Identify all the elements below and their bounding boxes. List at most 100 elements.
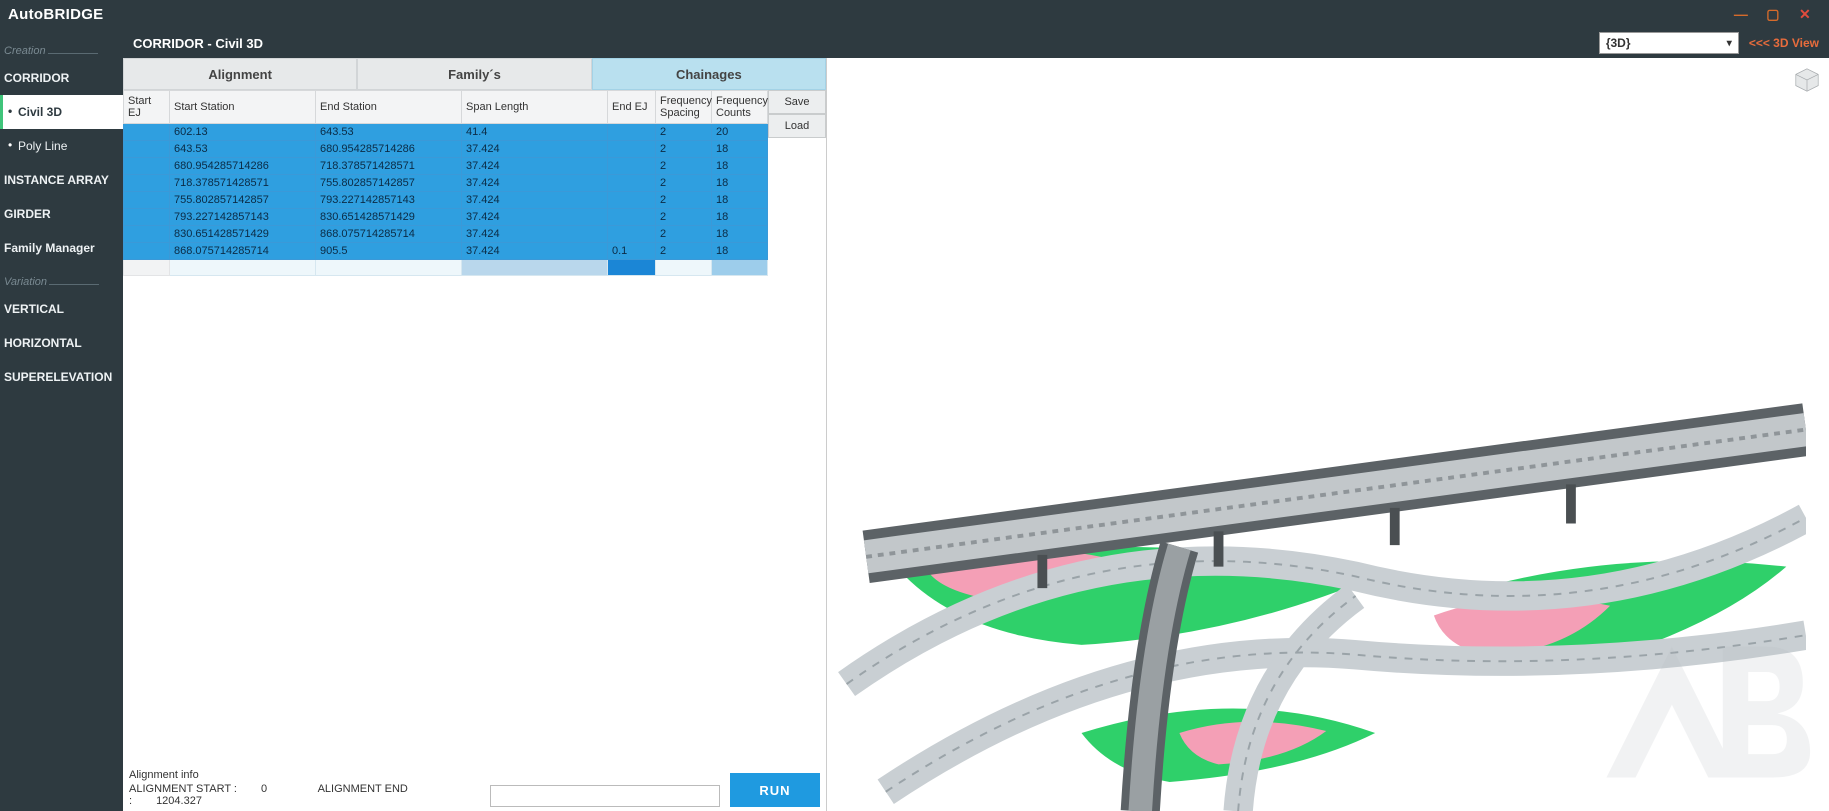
sidebar-section-creation: Creation — [0, 34, 123, 61]
cell-start-ej[interactable] — [124, 209, 170, 226]
cell-start-ej[interactable] — [124, 158, 170, 175]
cell-end-station[interactable]: 718.378571428571 — [316, 158, 462, 175]
close-button[interactable]: ✕ — [1789, 2, 1821, 26]
sidebar-item-vertical[interactable]: VERTICAL — [0, 292, 123, 326]
sidebar-item-family-manager[interactable]: Family Manager — [0, 231, 123, 265]
table-row[interactable]: 718.378571428571755.80285714285737.424 21… — [124, 175, 768, 192]
cell-end-ej[interactable] — [608, 158, 656, 175]
cell-start-station[interactable]: 755.802857142857 — [170, 192, 316, 209]
cell-span-length[interactable]: 37.424 — [462, 192, 608, 209]
table-row[interactable]: 830.651428571429868.07571428571437.424 21… — [124, 226, 768, 243]
cell-end-ej[interactable] — [608, 141, 656, 158]
cell-start-ej[interactable] — [124, 192, 170, 209]
cell-start-ej[interactable] — [124, 124, 170, 141]
table-row[interactable]: 868.075714285714905.537.4240.1218 — [124, 243, 768, 260]
cell-freq-counts[interactable]: 18 — [712, 141, 768, 158]
cell-start-ej[interactable] — [124, 141, 170, 158]
cell-start-ej[interactable] — [124, 175, 170, 192]
cell-end-ej[interactable] — [608, 175, 656, 192]
table-row[interactable]: 680.954285714286718.37857142857137.424 21… — [124, 158, 768, 175]
cell-start-ej[interactable] — [124, 243, 170, 260]
table-row[interactable]: 643.53680.95428571428637.424 218 — [124, 141, 768, 158]
table-row-empty[interactable] — [124, 260, 768, 276]
cell-freq-counts[interactable]: 18 — [712, 209, 768, 226]
cell-freq-spacing[interactable]: 2 — [656, 158, 712, 175]
run-button[interactable]: RUN — [730, 773, 820, 807]
cell-start-station[interactable]: 868.075714285714 — [170, 243, 316, 260]
cell-start-station[interactable]: 643.53 — [170, 141, 316, 158]
cell-span-length[interactable]: 37.424 — [462, 243, 608, 260]
table-row[interactable]: 755.802857142857793.22714285714337.424 21… — [124, 192, 768, 209]
col-start-ej[interactable]: Start EJ — [124, 91, 170, 124]
sidebar-item-corridor[interactable]: CORRIDOR — [0, 61, 123, 95]
table-row[interactable]: 602.13643.5341.4 220 — [124, 124, 768, 141]
sidebar-item-civil3d[interactable]: Civil 3D — [0, 95, 123, 129]
view-cube-icon[interactable] — [1793, 66, 1821, 94]
cell-span-length[interactable]: 37.424 — [462, 141, 608, 158]
table-row[interactable]: 793.227142857143830.65142857142937.424 21… — [124, 209, 768, 226]
cell-freq-spacing[interactable]: 2 — [656, 226, 712, 243]
sidebar-item-instance-array[interactable]: INSTANCE ARRAY — [0, 163, 123, 197]
cell-end-ej[interactable] — [608, 192, 656, 209]
cell-freq-spacing[interactable]: 2 — [656, 243, 712, 260]
sidebar-item-polyline[interactable]: Poly Line — [0, 129, 123, 163]
col-freq-spacing[interactable]: Frequency Spacing — [656, 91, 712, 124]
view-select-dropdown[interactable]: {3D} ▾ — [1599, 32, 1739, 54]
cell-end-ej[interactable] — [608, 209, 656, 226]
tab-familys[interactable]: Family´s — [357, 58, 591, 90]
cell-start-station[interactable]: 718.378571428571 — [170, 175, 316, 192]
cell-span-length[interactable]: 37.424 — [462, 175, 608, 192]
cell-start-station[interactable]: 602.13 — [170, 124, 316, 141]
maximize-button[interactable]: ▢ — [1757, 2, 1789, 26]
cell-freq-spacing[interactable]: 2 — [656, 124, 712, 141]
cell-end-station[interactable]: 830.651428571429 — [316, 209, 462, 226]
sidebar-section-variation: Variation — [0, 265, 123, 292]
save-button[interactable]: Save — [768, 90, 826, 114]
cell-end-station[interactable]: 793.227142857143 — [316, 192, 462, 209]
tab-alignment[interactable]: Alignment — [123, 58, 357, 90]
cell-span-length[interactable]: 41.4 — [462, 124, 608, 141]
cell-freq-counts[interactable]: 18 — [712, 226, 768, 243]
col-end-ej[interactable]: End EJ — [608, 91, 656, 124]
cell-freq-spacing[interactable]: 2 — [656, 141, 712, 158]
sidebar-item-superelevation[interactable]: SUPERELEVATION — [0, 360, 123, 394]
cell-start-ej[interactable] — [124, 226, 170, 243]
cell-freq-spacing[interactable]: 2 — [656, 209, 712, 226]
cell-end-station[interactable]: 643.53 — [316, 124, 462, 141]
col-start-station[interactable]: Start Station — [170, 91, 316, 124]
cell-end-station[interactable]: 755.802857142857 — [316, 175, 462, 192]
cell-freq-spacing[interactable]: 2 — [656, 192, 712, 209]
cell-start-station[interactable]: 680.954285714286 — [170, 158, 316, 175]
cell-start-station[interactable]: 793.227142857143 — [170, 209, 316, 226]
cell-end-ej[interactable] — [608, 124, 656, 141]
col-freq-counts[interactable]: Frequency Counts — [712, 91, 768, 124]
cell-freq-spacing[interactable]: 2 — [656, 175, 712, 192]
cell-end-station[interactable]: 905.5 — [316, 243, 462, 260]
cell-freq-counts[interactable]: 18 — [712, 192, 768, 209]
3d-viewport[interactable] — [827, 58, 1829, 811]
cell-start-station[interactable]: 830.651428571429 — [170, 226, 316, 243]
open-3d-view-link[interactable]: <<< 3D View — [1749, 36, 1819, 50]
load-button[interactable]: Load — [768, 114, 826, 138]
table-panel: Alignment Family´s Chainages Start EJ — [123, 58, 827, 811]
sidebar-item-horizontal[interactable]: HORIZONTAL — [0, 326, 123, 360]
tab-chainages[interactable]: Chainages — [592, 58, 826, 90]
cell-freq-counts[interactable]: 18 — [712, 243, 768, 260]
header-bar: CORRIDOR - Civil 3D {3D} ▾ <<< 3D View — [123, 28, 1829, 58]
cell-span-length[interactable]: 37.424 — [462, 158, 608, 175]
cell-freq-counts[interactable]: 20 — [712, 124, 768, 141]
chainages-table[interactable]: Start EJ Start Station End Station Span … — [123, 90, 768, 276]
minimize-button[interactable]: — — [1725, 2, 1757, 26]
cell-end-ej[interactable]: 0.1 — [608, 243, 656, 260]
col-span-length[interactable]: Span Length — [462, 91, 608, 124]
cell-freq-counts[interactable]: 18 — [712, 158, 768, 175]
sidebar-item-girder[interactable]: GIRDER — [0, 197, 123, 231]
cell-end-station[interactable]: 680.954285714286 — [316, 141, 462, 158]
cell-span-length[interactable]: 37.424 — [462, 226, 608, 243]
cell-span-length[interactable]: 37.424 — [462, 209, 608, 226]
cell-end-station[interactable]: 868.075714285714 — [316, 226, 462, 243]
cell-freq-counts[interactable]: 18 — [712, 175, 768, 192]
cell-end-ej[interactable] — [608, 226, 656, 243]
app-title: AutoBRIDGE — [8, 6, 104, 23]
col-end-station[interactable]: End Station — [316, 91, 462, 124]
